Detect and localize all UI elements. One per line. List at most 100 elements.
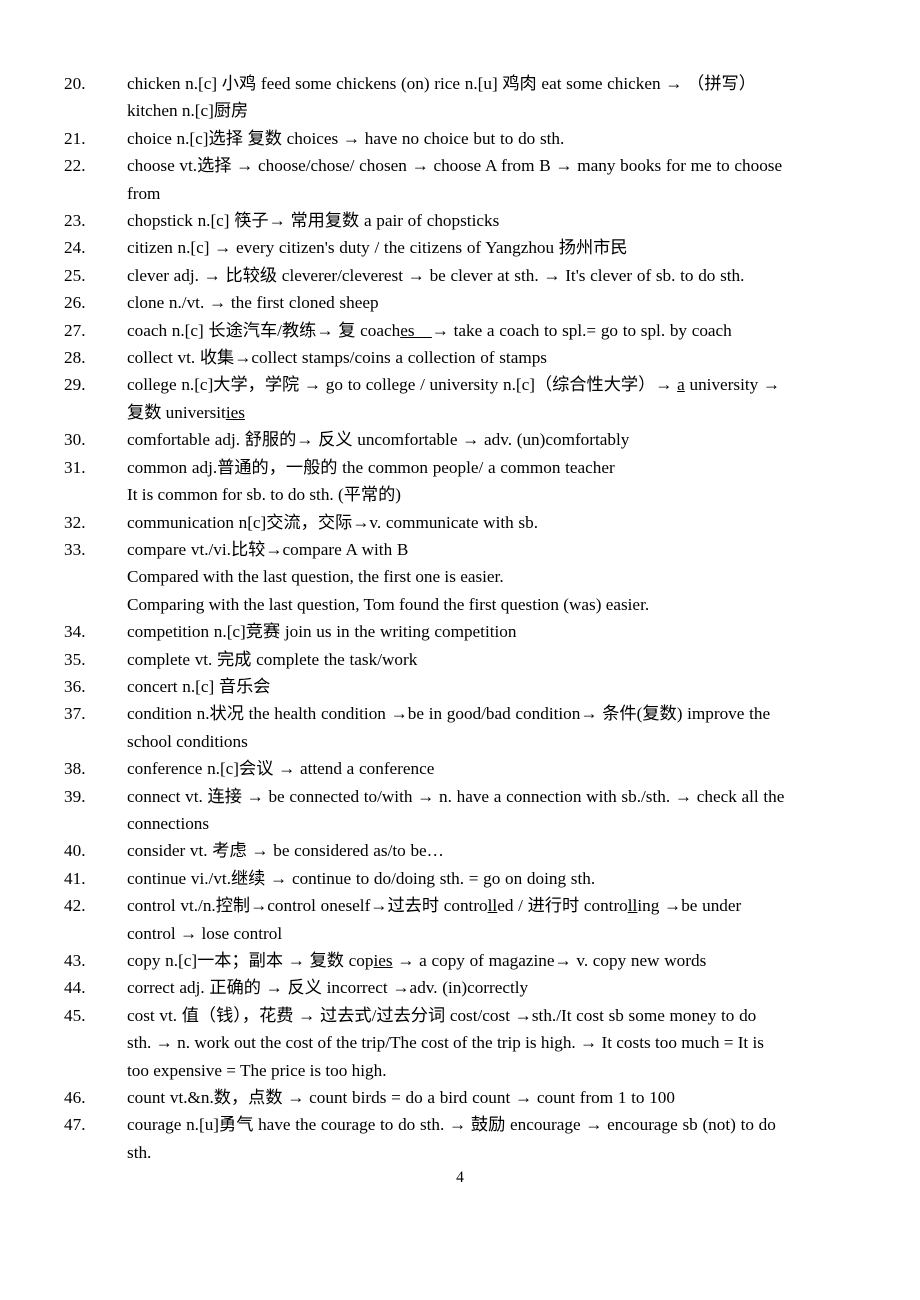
vocabulary-entry: 40. consider vt. 考虑 → be considered as/to… [64,837,856,864]
vocabulary-entry: 21. choice n.[c]选择 复数 choices → have no c… [64,125,856,152]
vocabulary-entry-continuation: Comparing with the last question, Tom fo… [64,591,856,618]
entry-number: 45. [64,1005,86,1025]
vocabulary-entry-continuation: Compared with the last question, the fir… [64,563,856,590]
entry-text: connections [127,813,210,833]
entry-text: citizen n.[c] → every citizen's duty / t… [127,238,628,258]
vocabulary-entry: 29. college n.[c]大学，学院 → go to college / … [64,371,856,398]
vocabulary-entry: 38. conference n.[c]会议 → attend a confere… [64,755,856,782]
entry-text: count vt.&n.数，点数 → count birds = do a bi… [127,1088,675,1108]
entry-text: cost vt. 值（钱），花费 → 过去式/过去分词 cost/cost →s… [127,1005,757,1025]
vocabulary-entry: 44. correct adj. 正确的 → 反义 incorrect →adv.… [64,974,856,1001]
vocabulary-entry: 45. cost vt. 值（钱），花费 → 过去式/过去分词 cost/cost… [64,1002,856,1029]
entry-text: condition n.状况 the health condition →be … [127,704,771,724]
entry-text: choice n.[c]选择 复数 choices → have no choi… [127,128,565,148]
entry-text: 复数 universities [127,402,245,422]
entry-text: conference n.[c]会议 → attend a conference [127,759,435,779]
vocabulary-entry: 27. coach n.[c] 长途汽车/教练→ 复 coaches__→ tak… [64,317,856,344]
entry-text: clone n./vt. → the first cloned sheep [127,293,379,313]
vocabulary-entry-continuation: sth. [64,1139,856,1166]
entry-text: too expensive = The price is too high. [127,1060,387,1080]
entry-text: courage n.[u]勇气 have the courage to do s… [127,1115,776,1135]
entry-number: 34. [64,622,86,642]
entry-number: 46. [64,1088,86,1108]
entry-number: 21. [64,128,86,148]
vocabulary-entry-continuation: It is common for sb. to do sth. (平常的) [64,481,856,508]
entry-text: kitchen n.[c]厨房 [127,101,249,121]
vocabulary-entry-continuation: sth. → n. work out the cost of the trip/… [64,1029,856,1056]
entry-text: chicken n.[c] 小鸡 feed some chickens (on)… [127,74,756,93]
entry-text: coach n.[c] 长途汽车/教练→ 复 coaches__→ take a… [127,320,732,340]
entry-number: 36. [64,676,86,696]
entry-number: 31. [64,457,86,477]
entry-number: 35. [64,649,86,669]
entry-text: school conditions [127,731,248,751]
vocabulary-entry: 30. comfortable adj. 舒服的→ 反义 uncomfortabl… [64,426,856,453]
entry-text: clever adj. → 比较级 cleverer/cleverest → b… [127,265,745,285]
entry-text: competition n.[c]竞赛 join us in the writi… [127,622,517,642]
entry-number: 44. [64,978,86,998]
vocabulary-entry: 43. copy n.[c]一本；副本 → 复数 copies → a copy … [64,947,856,974]
document-page: 20. chicken n.[c] 小鸡 feed some chickens (… [0,0,920,1300]
vocabulary-entry: 37. condition n.状况 the health condition →… [64,700,856,727]
entry-text: Comparing with the last question, Tom fo… [127,594,650,614]
entry-number: 28. [64,348,86,368]
entry-text: consider vt. 考虑 → be considered as/to be… [127,841,444,861]
entry-text: common adj.普通的，一般的 the common people/ a … [127,457,615,477]
entry-text: comfortable adj. 舒服的→ 反义 uncomfortable →… [127,430,630,450]
entry-text: copy n.[c]一本；副本 → 复数 copies → a copy of … [127,951,707,970]
vocabulary-entry: 33. compare vt./vi.比较→compare A with B [64,536,856,563]
entry-text: continue vi./vt.继续 → continue to do/doin… [127,868,596,888]
entry-number: 42. [64,896,86,916]
entry-text: sth. → n. work out the cost of the trip/… [127,1033,764,1053]
vocabulary-entry: 35. complete vt. 完成 complete the task/wor… [64,646,856,673]
page-number: 4 [456,1169,464,1186]
entry-number: 22. [64,156,86,176]
vocabulary-entry-continuation: school conditions [64,728,856,755]
entry-text: complete vt. 完成 complete the task/work [127,649,418,669]
vocabulary-entry-continuation: 复数 universities [64,399,856,426]
entry-text: connect vt. 连接 → be connected to/with → … [127,786,785,806]
entry-text: It is common for sb. to do sth. (平常的) [127,485,402,505]
vocabulary-entry: 36. concert n.[c] 音乐会 [64,673,856,700]
vocabulary-entry: 20. chicken n.[c] 小鸡 feed some chickens (… [64,70,856,97]
entry-text: sth. [127,1142,152,1162]
vocabulary-entry-continuation: from [64,180,856,207]
entry-text: correct adj. 正确的 → 反义 incorrect →adv. (i… [127,978,529,998]
vocabulary-entry: 23. chopstick n.[c] 筷子→ 常用复数 a pair of ch… [64,207,856,234]
entry-number: 26. [64,293,86,313]
entry-text: Compared with the last question, the fir… [127,567,504,587]
vocabulary-entry: 41. continue vi./vt.继续 → continue to do/d… [64,865,856,892]
vocabulary-entry-continuation: connections [64,810,856,837]
entry-number: 43. [64,951,86,970]
vocabulary-entry: 47. courage n.[u]勇气 have the courage to d… [64,1111,856,1138]
vocabulary-entry: 46. count vt.&n.数，点数 → count birds = do a… [64,1084,856,1111]
vocabulary-entry: 39. connect vt. 连接 → be connected to/with… [64,783,856,810]
vocabulary-entry: 25. clever adj. → 比较级 cleverer/cleverest … [64,262,856,289]
vocabulary-entry-continuation: kitchen n.[c]厨房 [64,97,856,124]
entry-number: 30. [64,430,86,450]
vocabulary-entry-continuation: too expensive = The price is too high. [64,1057,856,1084]
entry-text: communication n[c]交流，交际→v. communicate w… [127,512,538,532]
entry-text: from [127,183,161,203]
entry-number: 39. [64,786,86,806]
entry-text: college n.[c]大学，学院 → go to college / uni… [127,375,781,395]
vocabulary-entry: 34. competition n.[c]竞赛 join us in the wr… [64,618,856,645]
vocabulary-entry-continuation: control → lose control [64,920,856,947]
entry-number: 29. [64,375,86,395]
entry-number: 24. [64,238,86,258]
entry-number: 38. [64,759,86,779]
entry-text: collect vt. 收集→collect stamps/coins a co… [127,348,547,368]
entry-number: 25. [64,265,86,285]
entry-number: 20. [64,74,86,93]
entry-number: 47. [64,1115,86,1135]
entry-number: 37. [64,704,86,724]
entry-number: 40. [64,841,86,861]
entry-number: 33. [64,539,86,559]
entry-text: control → lose control [127,923,283,943]
entry-text: concert n.[c] 音乐会 [127,676,271,696]
vocabulary-entry-list: 20. chicken n.[c] 小鸡 feed some chickens (… [64,70,856,1166]
entry-text: chopstick n.[c] 筷子→ 常用复数 a pair of chops… [127,211,500,231]
entry-number: 23. [64,211,86,231]
entry-number: 41. [64,868,86,888]
vocabulary-entry: 31. common adj.普通的，一般的 the common people/… [64,454,856,481]
